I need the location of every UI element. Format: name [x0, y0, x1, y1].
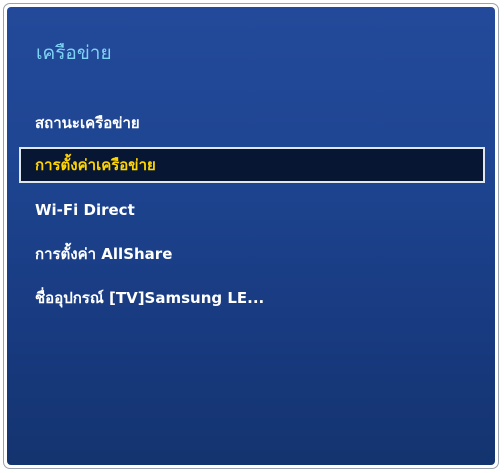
panel-title: เครือข่าย [36, 42, 112, 64]
network-menu-panel: เครือข่าย สถานะเครือข่าย การตั้งค่าเครือ… [7, 7, 495, 465]
menu-item-network-settings[interactable]: การตั้งค่าเครือข่าย [19, 147, 485, 183]
menu-item-device-name[interactable]: ชื่ออุปกรณ์ [TV]Samsung LE... [19, 280, 485, 316]
menu-item-wifi-direct[interactable]: Wi-Fi Direct [19, 192, 485, 228]
menu-item-network-status[interactable]: สถานะเครือข่าย [19, 105, 485, 141]
menu-item-allshare-settings[interactable]: การตั้งค่า AllShare [19, 236, 485, 272]
tv-menu-frame: เครือข่าย สถานะเครือข่าย การตั้งค่าเครือ… [3, 3, 499, 469]
